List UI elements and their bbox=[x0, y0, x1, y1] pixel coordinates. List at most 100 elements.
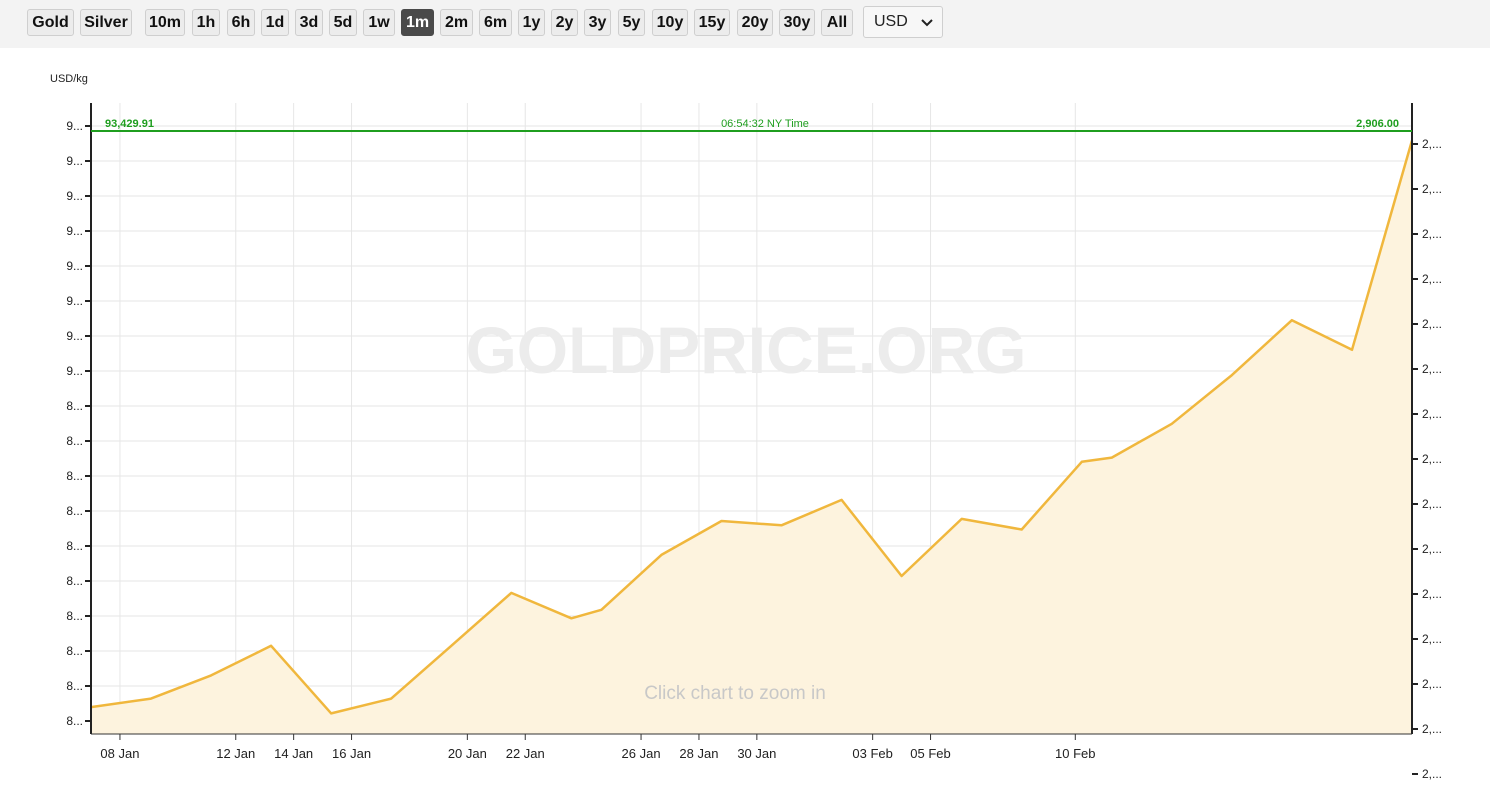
range-button-20y[interactable]: 20y bbox=[737, 9, 773, 36]
right-tick-label: 2,... bbox=[1422, 722, 1442, 736]
right-tick-label: 2,... bbox=[1422, 272, 1442, 286]
right-tick-label: 2,... bbox=[1422, 362, 1442, 376]
left-tick-label: 9... bbox=[66, 259, 83, 273]
data-point bbox=[1171, 423, 1173, 425]
data-point bbox=[900, 575, 903, 577]
left-tick-label: 8... bbox=[66, 434, 83, 448]
data-point bbox=[1291, 319, 1293, 322]
currency-select[interactable]: USD bbox=[863, 6, 943, 38]
data-point bbox=[210, 674, 212, 677]
x-tick-label: 10 Feb bbox=[1055, 746, 1095, 761]
series-gold bbox=[90, 139, 1414, 734]
data-point bbox=[840, 499, 843, 501]
range-button-2m[interactable]: 2m bbox=[440, 9, 473, 36]
x-tick-label: 05 Feb bbox=[910, 746, 950, 761]
range-button-3y[interactable]: 3y bbox=[584, 9, 611, 36]
data-point bbox=[660, 554, 663, 556]
data-point bbox=[720, 520, 723, 522]
x-tick-label: 08 Jan bbox=[100, 746, 139, 761]
watermark: GOLDPRICE.ORG bbox=[465, 313, 1026, 387]
price-chart[interactable]: GOLDPRICE.ORG Click chart to zoom in 9..… bbox=[0, 48, 1490, 786]
chevron-down-icon bbox=[918, 11, 936, 38]
right-tick-label: 2,... bbox=[1422, 767, 1442, 781]
zoom-hint: Click chart to zoom in bbox=[644, 683, 826, 704]
range-button-1d[interactable]: 1d bbox=[261, 9, 289, 36]
series-area bbox=[91, 140, 1412, 734]
toolbar: Gold Silver 10m 1h 6h 1d 3d 5d 1w 1m 2m … bbox=[0, 0, 1490, 48]
range-button-10y[interactable]: 10y bbox=[652, 9, 688, 36]
metal-button-silver[interactable]: Silver bbox=[80, 9, 132, 36]
x-tick-label: 28 Jan bbox=[679, 746, 718, 761]
right-tick-label: 2,... bbox=[1422, 317, 1442, 331]
x-tick-label: 14 Jan bbox=[274, 746, 313, 761]
range-button-all[interactable]: All bbox=[821, 9, 853, 36]
range-button-1y[interactable]: 1y bbox=[518, 9, 545, 36]
range-button-5d[interactable]: 5d bbox=[329, 9, 357, 36]
data-point bbox=[1111, 456, 1113, 459]
x-tick-label: 16 Jan bbox=[332, 746, 371, 761]
data-point bbox=[960, 518, 963, 520]
right-tick-label: 2,... bbox=[1422, 542, 1442, 556]
current-price-left: 93,429.91 bbox=[105, 118, 154, 130]
range-button-10m[interactable]: 10m bbox=[145, 9, 185, 36]
currency-select-value: USD bbox=[874, 13, 908, 30]
x-tick-label: 26 Jan bbox=[622, 746, 661, 761]
data-point bbox=[780, 524, 783, 527]
right-tick-label: 2,... bbox=[1422, 677, 1442, 691]
left-tick-label: 9... bbox=[66, 364, 83, 378]
left-tick-label: 9... bbox=[66, 154, 83, 168]
left-tick-label: 9... bbox=[66, 119, 83, 133]
right-tick-label: 2,... bbox=[1422, 497, 1442, 511]
x-tick-label: 03 Feb bbox=[852, 746, 892, 761]
current-price-right: 2,906.00 bbox=[1356, 118, 1399, 130]
x-tick-label: 30 Jan bbox=[737, 746, 776, 761]
x-tick-label: 22 Jan bbox=[506, 746, 545, 761]
data-point bbox=[150, 697, 152, 700]
data-point bbox=[1351, 349, 1353, 351]
data-point bbox=[270, 645, 272, 647]
right-tick-label: 2,... bbox=[1422, 137, 1442, 151]
left-tick-label: 8... bbox=[66, 539, 83, 553]
left-tick-label: 8... bbox=[66, 469, 83, 483]
data-point bbox=[1081, 461, 1083, 463]
range-button-1h[interactable]: 1h bbox=[192, 9, 220, 36]
left-tick-label: 8... bbox=[66, 644, 83, 658]
current-time-label: 06:54:32 NY Time bbox=[721, 118, 809, 130]
data-point bbox=[1231, 374, 1233, 376]
left-tick-label: 9... bbox=[66, 189, 83, 203]
data-point bbox=[600, 609, 603, 611]
left-tick-label: 9... bbox=[66, 224, 83, 238]
x-tick-label: 12 Jan bbox=[216, 746, 255, 761]
left-tick-label: 8... bbox=[66, 714, 83, 728]
data-point bbox=[330, 712, 333, 715]
right-tick-label: 2,... bbox=[1422, 452, 1442, 466]
right-tick-label: 2,... bbox=[1422, 227, 1442, 241]
data-point bbox=[450, 645, 453, 647]
x-tick-label: 20 Jan bbox=[448, 746, 487, 761]
range-button-5y[interactable]: 5y bbox=[618, 9, 645, 36]
data-point bbox=[1020, 528, 1023, 531]
left-tick-label: 8... bbox=[66, 574, 83, 588]
data-point bbox=[570, 617, 573, 620]
left-tick-label: 9... bbox=[66, 294, 83, 308]
y-axis-label: USD/kg bbox=[50, 73, 88, 85]
range-button-15y[interactable]: 15y bbox=[694, 9, 730, 36]
data-point bbox=[510, 592, 513, 594]
range-button-6h[interactable]: 6h bbox=[227, 9, 255, 36]
data-point bbox=[390, 697, 393, 700]
right-tick-label: 2,... bbox=[1422, 632, 1442, 646]
left-tick-label: 8... bbox=[66, 679, 83, 693]
range-button-1w[interactable]: 1w bbox=[363, 9, 395, 36]
range-button-30y[interactable]: 30y bbox=[779, 9, 815, 36]
right-tick-label: 2,... bbox=[1422, 182, 1442, 196]
left-tick-label: 8... bbox=[66, 609, 83, 623]
left-tick-label: 8... bbox=[66, 399, 83, 413]
right-tick-label: 2,... bbox=[1422, 407, 1442, 421]
range-button-1m[interactable]: 1m bbox=[401, 9, 434, 36]
range-button-3d[interactable]: 3d bbox=[295, 9, 323, 36]
range-button-2y[interactable]: 2y bbox=[551, 9, 578, 36]
range-button-6m[interactable]: 6m bbox=[479, 9, 512, 36]
right-tick-label: 2,... bbox=[1422, 587, 1442, 601]
metal-button-gold[interactable]: Gold bbox=[27, 9, 74, 36]
left-tick-label: 8... bbox=[66, 504, 83, 518]
